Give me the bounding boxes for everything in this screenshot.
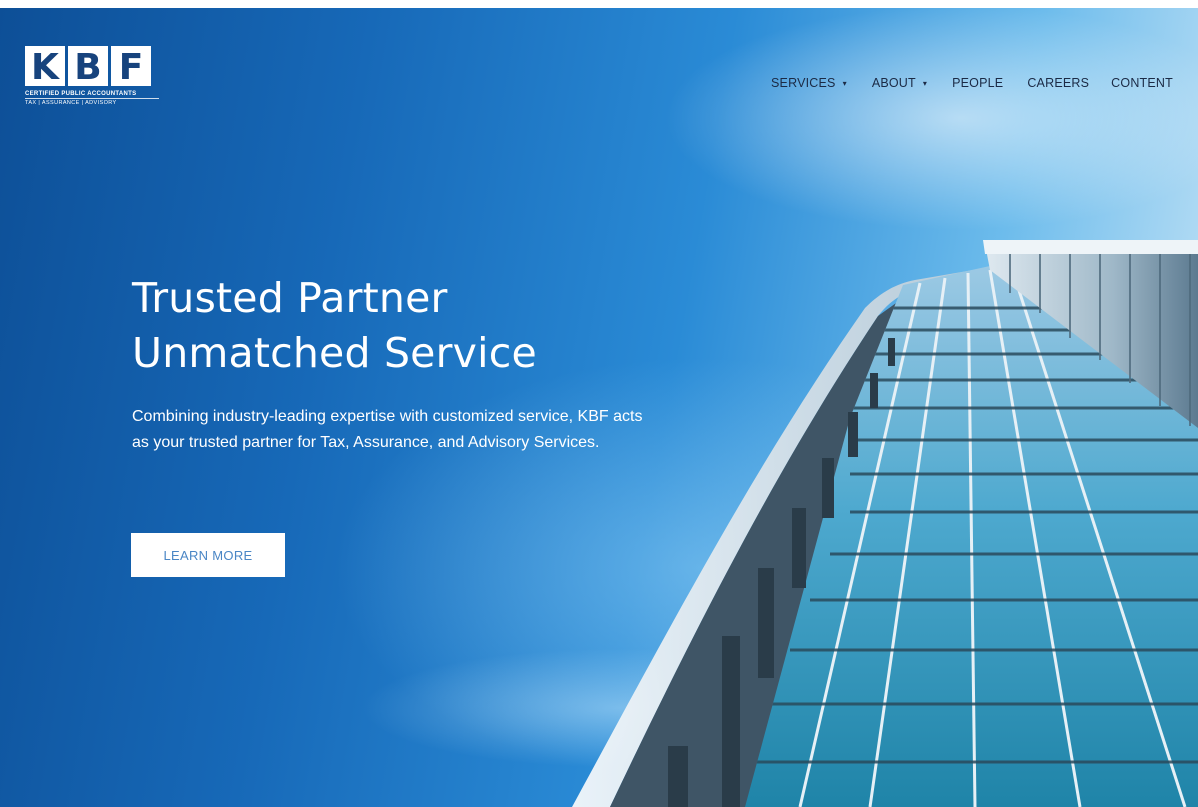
nav-item-people[interactable]: PEOPLE <box>952 76 1003 90</box>
logo-letter-k: K <box>25 46 65 88</box>
logo-letter-f: F <box>111 46 151 88</box>
nav-item-content[interactable]: CONTENT <box>1111 76 1173 90</box>
hero-title-line-1: Trusted Partner <box>132 274 448 322</box>
logo-divider <box>25 98 159 99</box>
logo-letter-b: B <box>68 46 108 88</box>
logo-letters: K B F <box>25 46 165 88</box>
chevron-down-icon: ▾ <box>842 78 847 88</box>
hero-title-line-2: Unmatched Service <box>132 329 537 377</box>
nav-item-label: CONTENT <box>1111 76 1173 90</box>
logo-tagline-services: TAX | ASSURANCE | ADVISORY <box>25 100 117 106</box>
nav-item-label: CAREERS <box>1027 76 1090 90</box>
hero-title: Trusted Partner Unmatched Service <box>132 271 537 381</box>
chevron-down-icon: ▾ <box>922 78 928 88</box>
nav-item-label: PEOPLE <box>952 76 1004 90</box>
nav-item-label: ABOUT <box>871 76 916 90</box>
hero-banner: K B F CERTIFIED PUBLIC ACCOUNTANTS TAX |… <box>0 8 1198 807</box>
main-nav: SERVICES ▾ ABOUT ▾ PEOPLE CAREERS CONTEN… <box>771 76 1173 90</box>
kbf-logo[interactable]: K B F CERTIFIED PUBLIC ACCOUNTANTS TAX |… <box>25 46 165 106</box>
nav-item-services[interactable]: SERVICES ▾ <box>771 76 847 90</box>
nav-item-about[interactable]: ABOUT ▾ <box>872 76 927 90</box>
nav-item-careers[interactable]: CAREERS <box>1027 76 1089 90</box>
hero-description: Combining industry-leading expertise wit… <box>132 408 643 451</box>
logo-tagline-cpa: CERTIFIED PUBLIC ACCOUNTANTS <box>25 91 137 97</box>
learn-more-button[interactable]: LEARN MORE <box>131 533 285 577</box>
nav-item-label: SERVICES <box>771 76 836 90</box>
